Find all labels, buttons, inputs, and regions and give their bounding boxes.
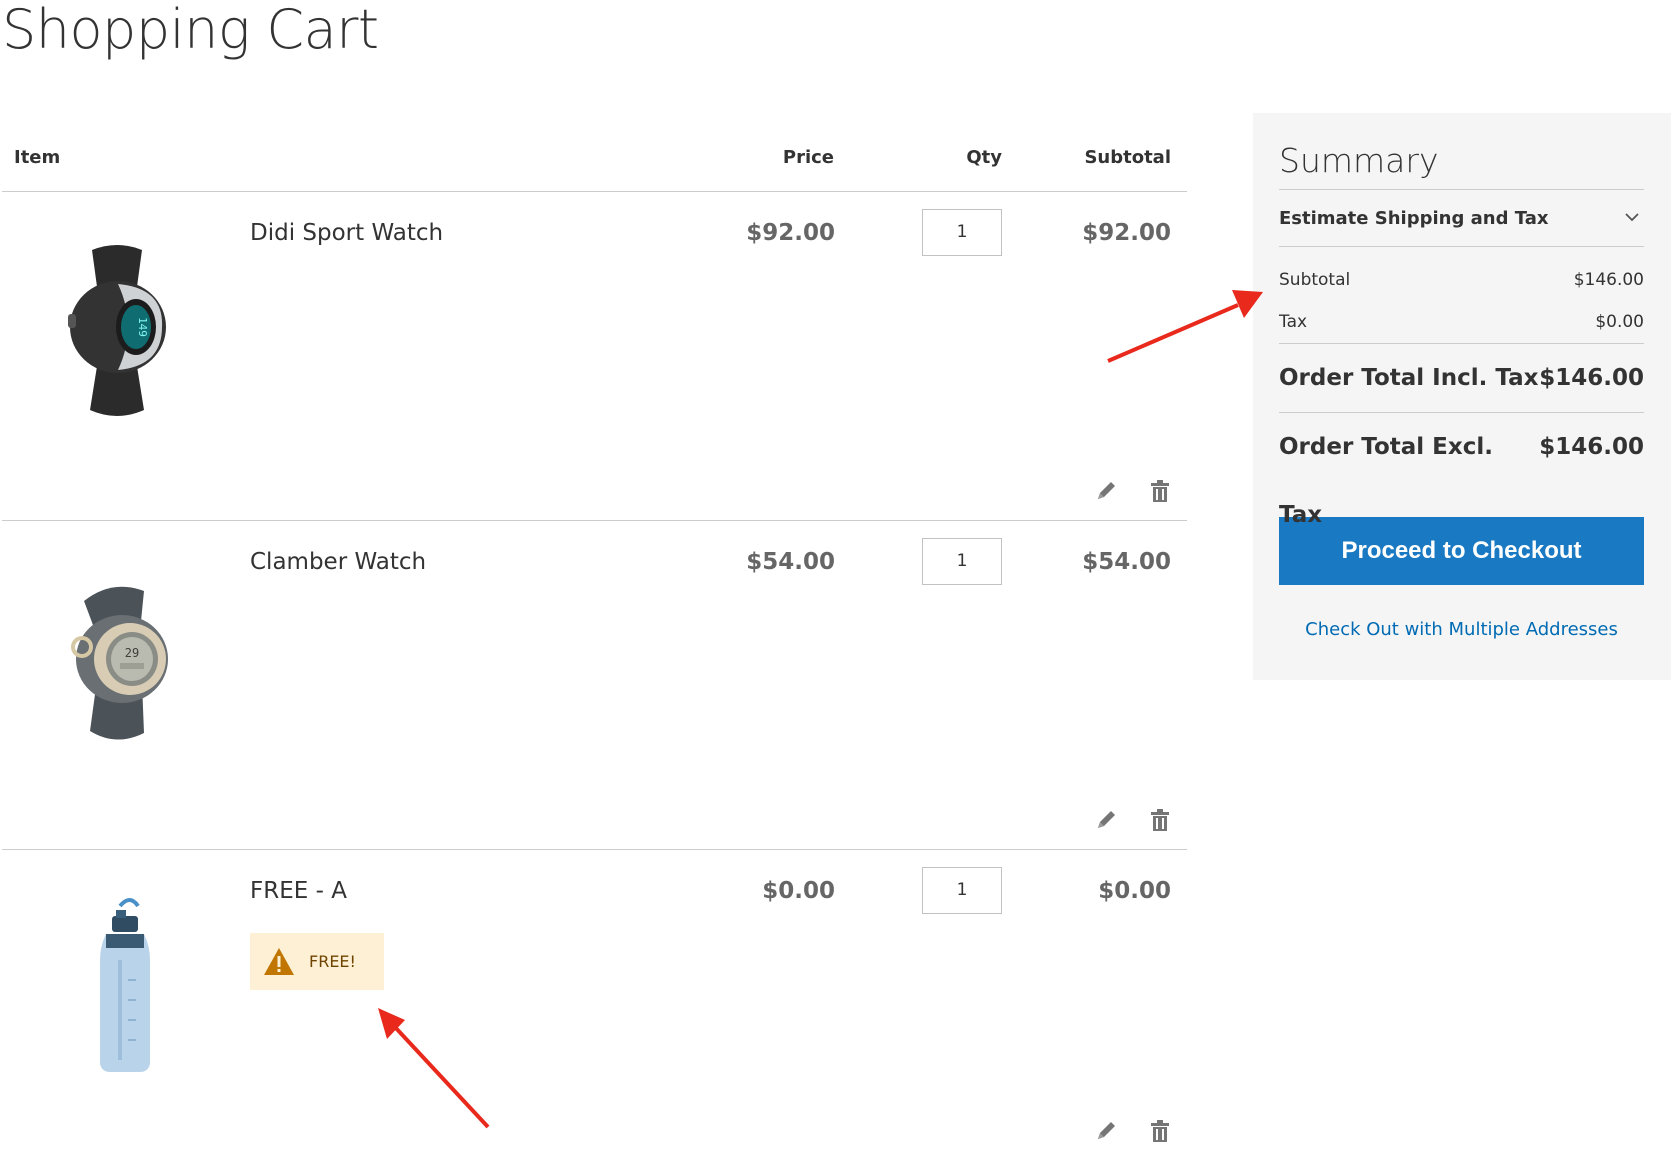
quantity-input[interactable]: 1 (922, 209, 1002, 256)
order-total-incl-tax-value: $146.00 (1539, 365, 1644, 391)
pencil-edit-icon[interactable] (1093, 478, 1119, 504)
order-total-excl-tax-value: $146.00 (1539, 434, 1644, 460)
product-image[interactable]: 149 (32, 232, 202, 422)
order-total-incl-tax-label: Order Total Incl. Tax (1279, 365, 1539, 391)
item-subtotal: $54.00 (1082, 549, 1171, 575)
pencil-edit-icon[interactable] (1093, 807, 1119, 833)
item-price: $0.00 (762, 878, 835, 904)
cart-item-row: FREE - A FREE! $0.00 1 $0.00 (2, 850, 1187, 1160)
estimate-shipping-toggle[interactable]: Estimate Shipping and Tax (1279, 190, 1644, 246)
water-bottle-icon (100, 898, 150, 1072)
product-image[interactable]: 29 (32, 561, 202, 751)
column-header-qty: Qty (966, 147, 1002, 168)
item-actions (1093, 1118, 1173, 1144)
trash-icon[interactable] (1147, 807, 1173, 833)
product-name-link[interactable]: FREE - A (250, 878, 347, 904)
column-header-item: Item (14, 147, 61, 168)
svg-text:29: 29 (125, 646, 139, 660)
summary-tax-row: Tax $0.00 (1279, 301, 1644, 343)
svg-text:149: 149 (136, 317, 149, 337)
item-price: $92.00 (746, 220, 835, 246)
warning-icon (264, 948, 294, 975)
item-subtotal: $92.00 (1082, 220, 1171, 246)
item-subtotal: $0.00 (1098, 878, 1171, 904)
watch-icon: 149 (68, 245, 166, 416)
summary-subtotal-label: Subtotal (1279, 270, 1351, 290)
estimate-shipping-label: Estimate Shipping and Tax (1279, 208, 1549, 229)
proceed-to-checkout-button[interactable]: Proceed to Checkout (1279, 517, 1644, 585)
column-header-subtotal: Subtotal (1084, 147, 1171, 168)
multiple-addresses-link[interactable]: Check Out with Multiple Addresses (1279, 619, 1644, 640)
cart-item-row: 149 Didi Sport Watch $92.00 1 $92.00 (2, 192, 1187, 521)
item-price: $54.00 (746, 549, 835, 575)
item-actions (1093, 807, 1173, 833)
summary-tax-label: Tax (1279, 312, 1308, 332)
cart-item-row: 29 Clamber Watch $54.00 1 $54.00 (2, 521, 1187, 850)
quantity-input[interactable]: 1 (922, 867, 1002, 914)
item-message-text: FREE! (309, 952, 356, 971)
summary-title: Summary (1279, 141, 1439, 180)
product-image[interactable] (32, 890, 202, 1080)
summary-subtotal-row: Subtotal $146.00 (1279, 259, 1644, 301)
order-total-incl-tax-row: Order Total Incl. Tax $146.00 (1279, 344, 1644, 412)
cart-table: Item Price Qty Subtotal 149 Didi Sport W… (2, 112, 1187, 1160)
item-actions (1093, 478, 1173, 504)
column-header-price: Price (782, 147, 834, 168)
trash-icon[interactable] (1147, 478, 1173, 504)
pencil-edit-icon[interactable] (1093, 1118, 1119, 1144)
order-summary: Summary Estimate Shipping and Tax Subtot… (1253, 113, 1671, 680)
chevron-down-icon (1625, 213, 1639, 222)
quantity-input[interactable]: 1 (922, 538, 1002, 585)
summary-subtotal-value: $146.00 (1573, 270, 1644, 290)
order-total-excl-tax-row: Order Total Excl. Tax $146.00 (1279, 413, 1644, 528)
product-name-link[interactable]: Clamber Watch (250, 549, 426, 575)
summary-divider (1279, 246, 1644, 247)
watch-icon: 29 (71, 586, 168, 740)
order-total-excl-tax-label: Order Total Excl. Tax (1279, 434, 1493, 528)
product-name-link[interactable]: Didi Sport Watch (250, 220, 443, 246)
page-title: Shopping Cart (2, 0, 379, 61)
cart-table-header: Item Price Qty Subtotal (2, 112, 1187, 192)
item-message-notice: FREE! (250, 933, 384, 990)
trash-icon[interactable] (1147, 1118, 1173, 1144)
summary-tax-value: $0.00 (1595, 312, 1644, 332)
